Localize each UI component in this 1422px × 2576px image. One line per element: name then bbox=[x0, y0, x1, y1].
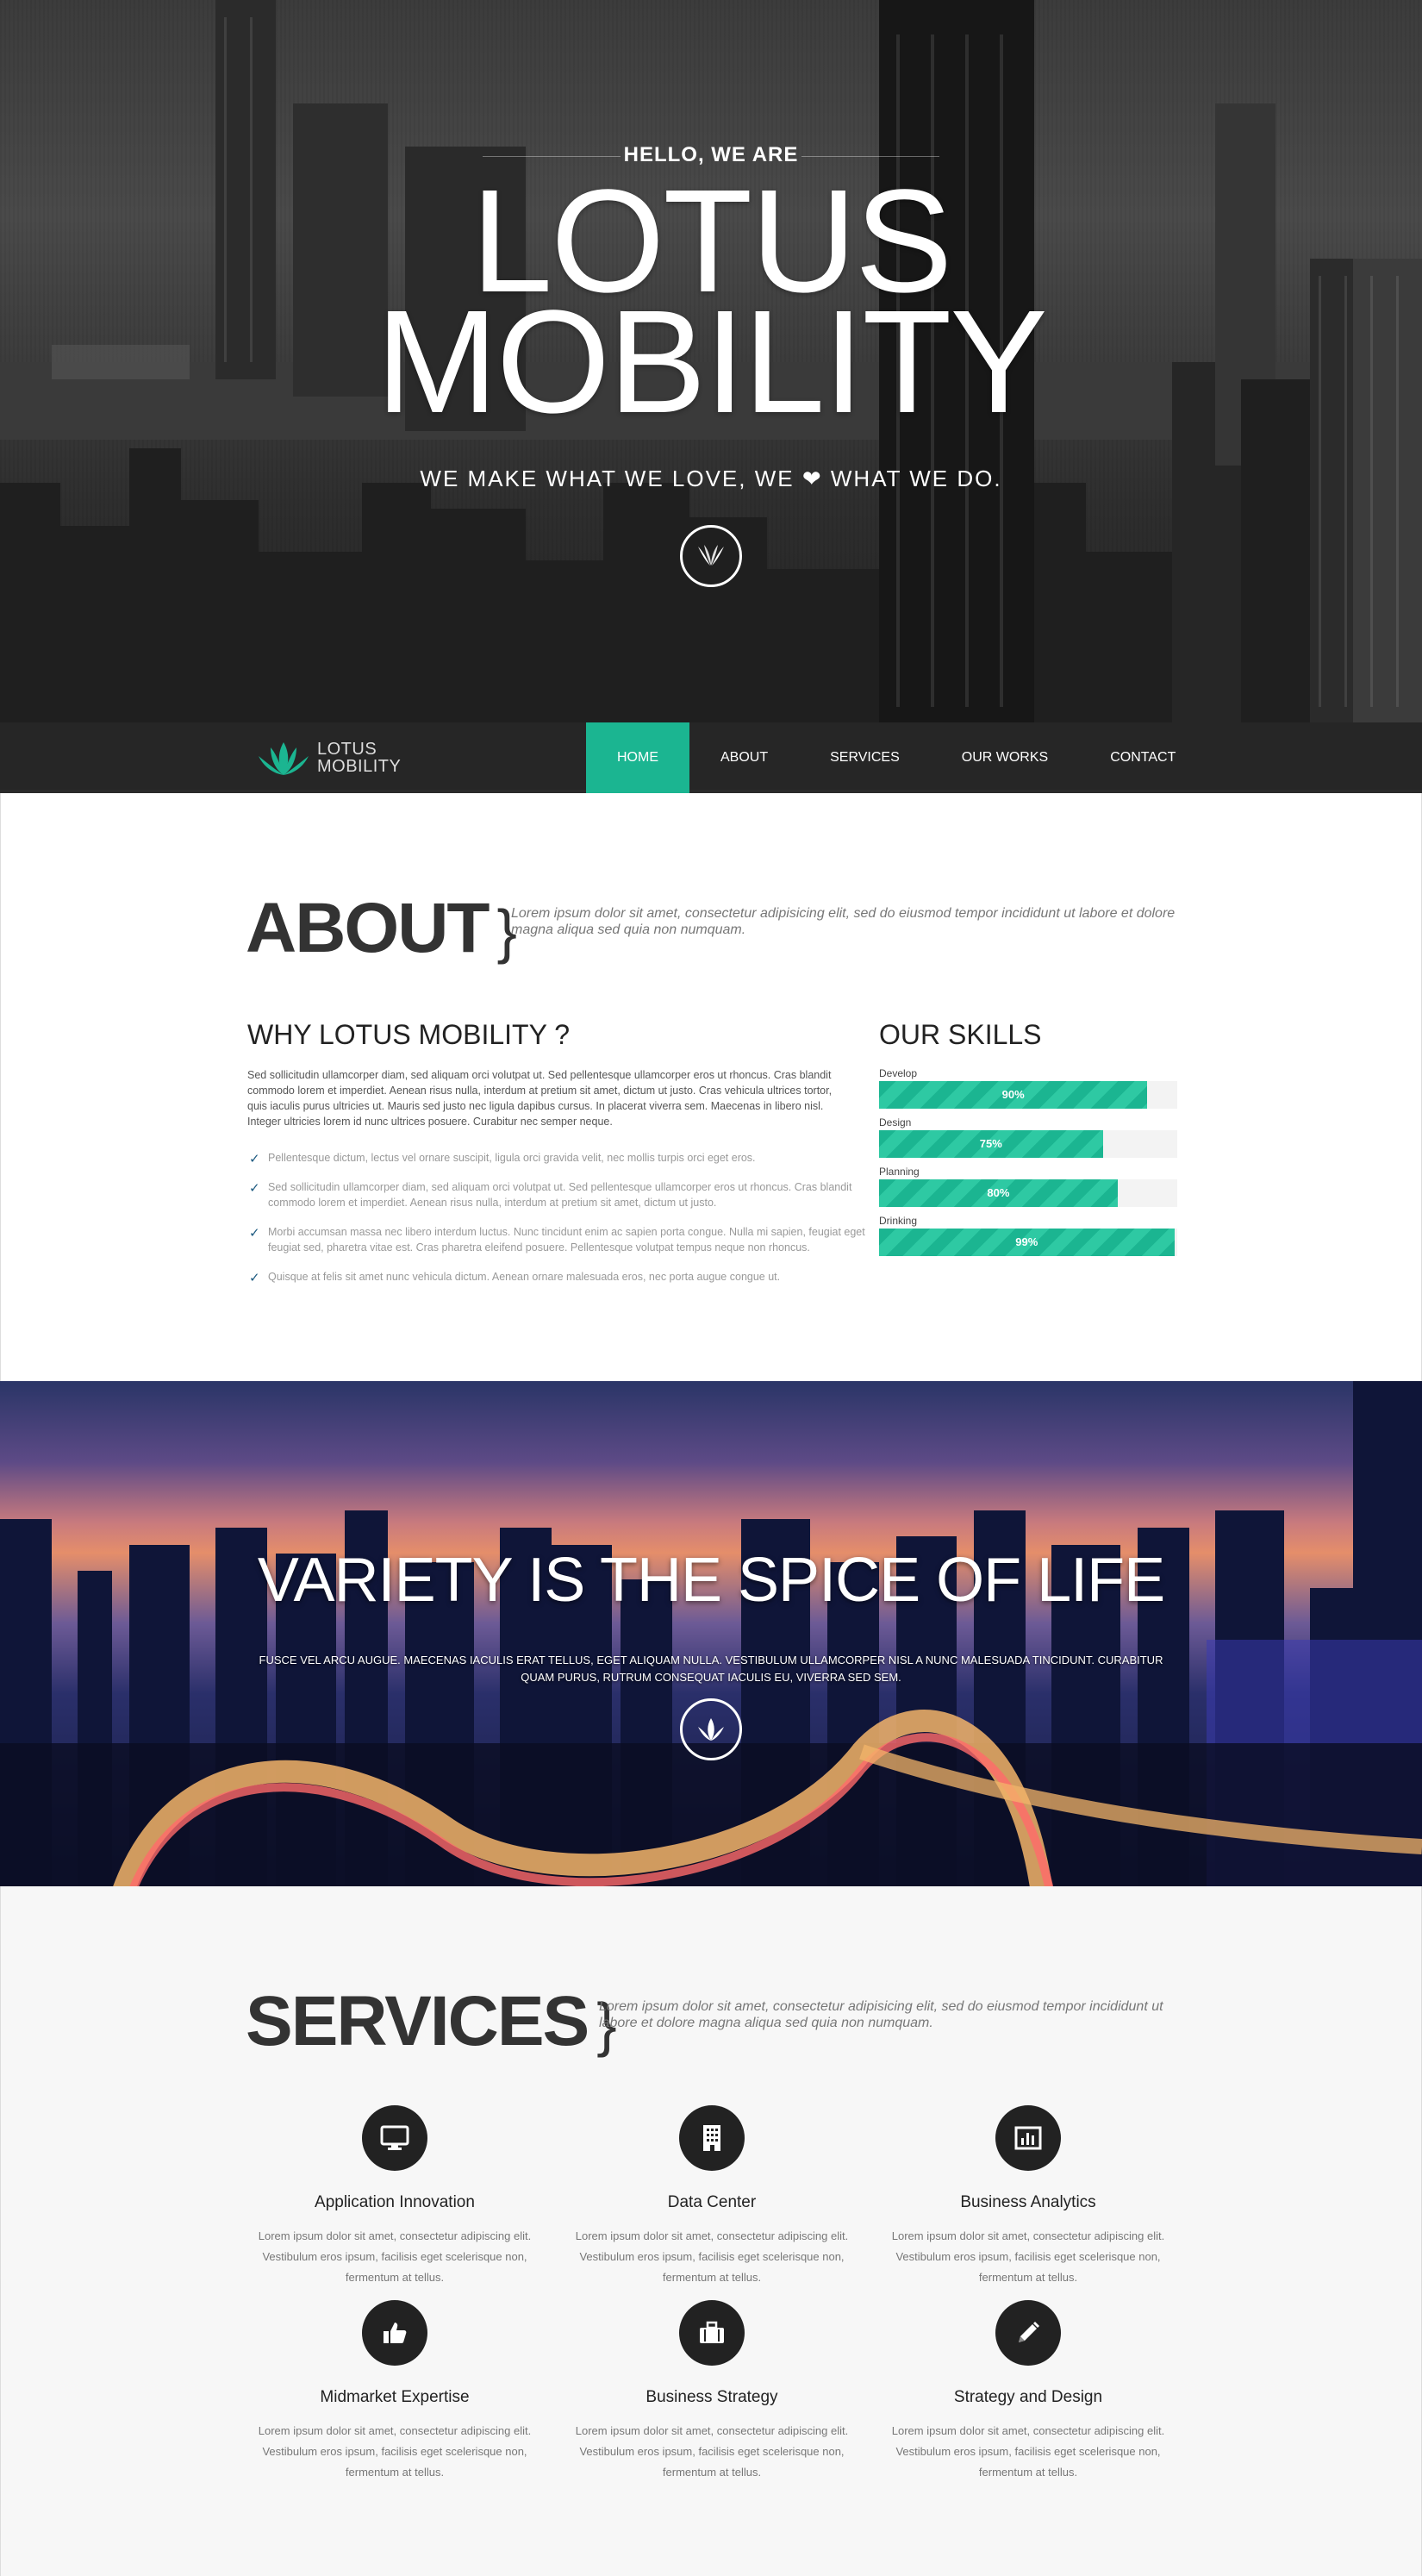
service-description: Lorem ipsum dolor sit amet, consectetur … bbox=[258, 2424, 532, 2479]
scroll-down-button[interactable] bbox=[680, 525, 742, 587]
skill-progress-bar: 75% bbox=[879, 1130, 1177, 1158]
services-heading-text: SERVICES bbox=[246, 1982, 589, 2060]
thumbs-up-icon bbox=[384, 2323, 407, 2343]
service-description: Lorem ipsum dolor sit amet, consectetur … bbox=[575, 2424, 849, 2479]
services-section: SERVICES} Lorem ipsum dolor sit amet, co… bbox=[0, 1886, 1422, 2576]
check-icon: ✓ bbox=[249, 1226, 260, 1241]
logo-text: LOTUS MOBILITY bbox=[317, 741, 401, 775]
tagline-end: WHAT WE DO. bbox=[830, 466, 1002, 491]
service-item[interactable]: Midmarket Expertise Lorem ipsum dolor si… bbox=[246, 2300, 544, 2483]
skill-label: Drinking bbox=[879, 1215, 918, 1227]
service-icon-circle bbox=[995, 2105, 1061, 2171]
variety-text: FUSCE VEL ARCU AUGUE. MAECENAS IACULIS E… bbox=[259, 1654, 1163, 1684]
skill-label: Develop bbox=[879, 1067, 918, 1079]
nav-item-services[interactable]: SERVICES bbox=[799, 722, 931, 793]
service-title: Application Innovation bbox=[315, 2193, 475, 2211]
list-item-text: Quisque at felis sit amet nunc vehicula … bbox=[268, 1271, 781, 1283]
scroll-button[interactable] bbox=[680, 1698, 742, 1760]
hero-title: LOTUS MOBILITY bbox=[0, 168, 1422, 444]
main-navbar: LOTUS MOBILITY HOME ABOUT SERVICES OUR W… bbox=[0, 722, 1422, 793]
service-description: Lorem ipsum dolor sit amet, consectetur … bbox=[891, 2229, 1165, 2284]
why-paragraph: Sed sollicitudin ullamcorper diam, sed a… bbox=[247, 1069, 833, 1128]
skill-progress-fill: 75% bbox=[879, 1130, 1103, 1158]
logo-line1: LOTUS bbox=[317, 740, 377, 759]
check-icon: ✓ bbox=[249, 1181, 260, 1196]
list-item: ✓ Quisque at felis sit amet nunc vehicula… bbox=[247, 1269, 868, 1285]
variety-banner: VARIETY IS THE SPICE OF LIFE FUSCE VEL A… bbox=[0, 1381, 1422, 1886]
building-icon bbox=[703, 2125, 720, 2151]
skill-label: Design bbox=[879, 1116, 912, 1129]
feature-checklist: ✓ Pellentesque dictum, lectus vel ornare … bbox=[247, 1150, 868, 1298]
service-icon-circle bbox=[679, 2105, 745, 2171]
list-item-text: Morbi accumsan massa nec libero interdum… bbox=[268, 1226, 865, 1254]
bar-chart-icon bbox=[1014, 2126, 1042, 2150]
nav-item-contact[interactable]: CONTACT bbox=[1079, 722, 1207, 793]
nav-menu: HOME ABOUT SERVICES OUR WORKS CONTACT bbox=[586, 722, 1207, 793]
nav-item-about[interactable]: ABOUT bbox=[689, 722, 799, 793]
check-icon: ✓ bbox=[249, 1271, 260, 1285]
heart-icon: ❤ bbox=[801, 466, 823, 491]
hero-content: HELLO, WE ARE LOTUS MOBILITY WE MAKE WHA… bbox=[0, 0, 1422, 722]
skill-progress-fill: 90% bbox=[879, 1081, 1148, 1109]
service-title: Business Strategy bbox=[646, 2388, 778, 2406]
services-heading: SERVICES} bbox=[246, 1981, 617, 2062]
about-intro: Lorem ipsum dolor sit amet, consectetur … bbox=[511, 906, 1176, 937]
variety-content: VARIETY IS THE SPICE OF LIFE FUSCE VEL A… bbox=[0, 1381, 1422, 1886]
monitor-icon bbox=[380, 2125, 409, 2150]
service-item[interactable]: Business Analytics Lorem ipsum dolor sit… bbox=[879, 2105, 1177, 2288]
service-title: Midmarket Expertise bbox=[320, 2388, 470, 2406]
variety-title: VARIETY IS THE SPICE OF LIFE bbox=[257, 1546, 1165, 1615]
hero-tagline: WE MAKE WHAT WE LOVE, WE ❤ WHAT WE DO. bbox=[0, 466, 1422, 492]
list-item-text: Sed sollicitudin ullamcorper diam, sed a… bbox=[268, 1181, 852, 1209]
about-heading: ABOUT} bbox=[246, 888, 517, 969]
skill-item: Develop 90% bbox=[879, 1067, 1177, 1109]
lotus-logo-icon bbox=[259, 742, 309, 775]
service-item[interactable]: Application Innovation Lorem ipsum dolor… bbox=[246, 2105, 544, 2288]
about-heading-text: ABOUT bbox=[246, 889, 490, 967]
service-icon-circle bbox=[679, 2300, 745, 2366]
service-item[interactable]: Business Strategy Lorem ipsum dolor sit … bbox=[563, 2300, 861, 2483]
logo-line2: MOBILITY bbox=[317, 757, 402, 776]
list-item-text: Pellentesque dictum, lectus vel ornare s… bbox=[268, 1152, 756, 1164]
service-title: Business Analytics bbox=[960, 2193, 1096, 2211]
briefcase-icon bbox=[700, 2321, 724, 2343]
lotus-icon bbox=[698, 1718, 724, 1741]
tagline-start: WE MAKE WHAT WE LOVE, WE bbox=[420, 466, 795, 491]
skill-label: Planning bbox=[879, 1166, 920, 1178]
services-intro: Lorem ipsum dolor sit amet, consectetur … bbox=[599, 1999, 1163, 2030]
nav-item-home[interactable]: HOME bbox=[586, 722, 689, 793]
check-icon: ✓ bbox=[249, 1152, 260, 1166]
skill-item: Drinking 99% bbox=[879, 1215, 1177, 1256]
service-item[interactable]: Strategy and Design Lorem ipsum dolor si… bbox=[879, 2300, 1177, 2483]
nav-item-our-works[interactable]: OUR WORKS bbox=[931, 722, 1079, 793]
service-description: Lorem ipsum dolor sit amet, consectetur … bbox=[891, 2424, 1165, 2479]
skills-list: Develop 90% Design 75% Planning 80% Drin… bbox=[879, 1067, 1177, 1264]
list-item: ✓ Morbi accumsan massa nec libero interdu… bbox=[247, 1224, 868, 1255]
service-title: Data Center bbox=[667, 2193, 757, 2211]
hero-section: HELLO, WE ARE LOTUS MOBILITY WE MAKE WHA… bbox=[0, 0, 1422, 722]
skill-progress-bar: 80% bbox=[879, 1179, 1177, 1207]
skills-title: OUR SKILLS bbox=[879, 1019, 1042, 1050]
why-title: WHY LOTUS MOBILITY ? bbox=[247, 1019, 571, 1050]
service-item[interactable]: Data Center Lorem ipsum dolor sit amet, … bbox=[563, 2105, 861, 2288]
pencil-icon bbox=[1019, 2322, 1039, 2342]
site-logo[interactable]: LOTUS MOBILITY bbox=[257, 738, 401, 778]
skill-progress-bar: 90% bbox=[879, 1081, 1177, 1109]
lotus-icon bbox=[698, 545, 724, 566]
hero-title-line2: MOBILITY bbox=[376, 280, 1047, 444]
skill-progress-bar: 99% bbox=[879, 1229, 1177, 1256]
service-icon-circle bbox=[362, 2300, 427, 2366]
service-description: Lorem ipsum dolor sit amet, consectetur … bbox=[258, 2229, 532, 2284]
list-item: ✓ Pellentesque dictum, lectus vel ornare … bbox=[247, 1150, 868, 1166]
list-item: ✓ Sed sollicitudin ullamcorper diam, sed … bbox=[247, 1179, 868, 1210]
skill-item: Design 75% bbox=[879, 1116, 1177, 1158]
skill-progress-fill: 99% bbox=[879, 1229, 1175, 1256]
service-icon-circle bbox=[362, 2105, 427, 2171]
service-description: Lorem ipsum dolor sit amet, consectetur … bbox=[575, 2229, 849, 2284]
skill-item: Planning 80% bbox=[879, 1166, 1177, 1207]
service-icon-circle bbox=[995, 2300, 1061, 2366]
about-section: ABOUT} Lorem ipsum dolor sit amet, conse… bbox=[0, 793, 1422, 1381]
skill-progress-fill: 80% bbox=[879, 1179, 1118, 1207]
service-title: Strategy and Design bbox=[953, 2388, 1103, 2406]
